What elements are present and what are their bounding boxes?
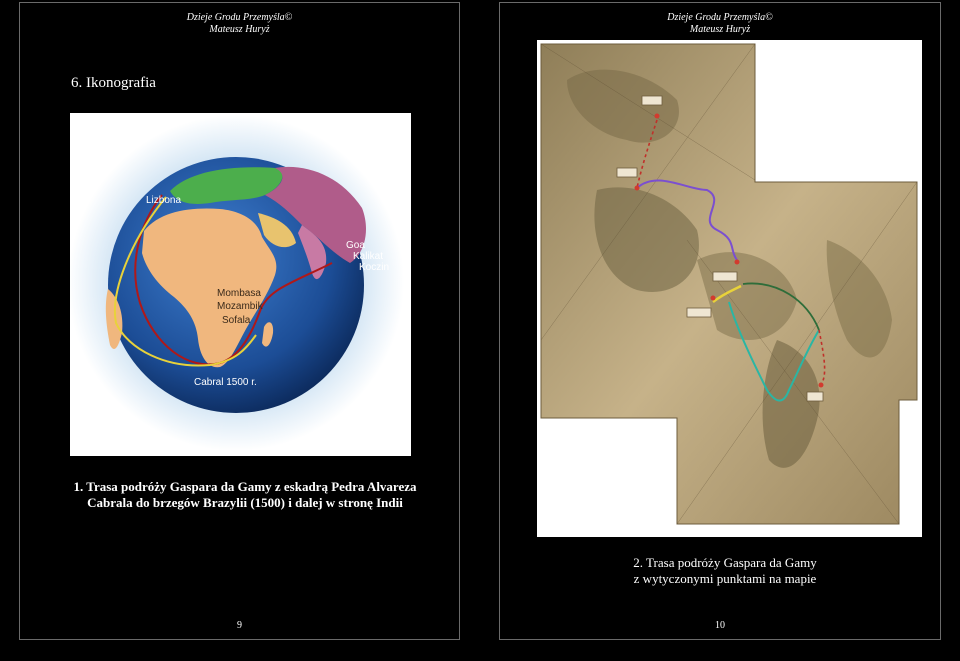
- map-route-figure: [537, 40, 922, 537]
- label-goa: Goa: [346, 240, 365, 251]
- caption-line: z wytyczonymi punktami na mapie: [633, 571, 817, 586]
- caption-line: Cabrala do brzegów Brazylii (1500) i dal…: [87, 495, 403, 510]
- page-header: Dzieje Grodu Przemyśla© Mateusz Huryż: [500, 12, 940, 36]
- label-mombasa: Mombasa: [217, 288, 261, 299]
- page-number: 9: [237, 620, 242, 631]
- label-calicut: Kalikat: [353, 251, 383, 262]
- figure-caption: 2. Trasa podróży Gaspara da Gamy z wytyc…: [590, 555, 860, 587]
- header-author: Mateusz Huryż: [209, 24, 270, 35]
- caption-line: 1. Trasa podróży Gaspara da Gamy z eskad…: [73, 479, 417, 494]
- left-page: Dzieje Grodu Przemyśla© Mateusz Huryż 6.…: [19, 2, 460, 640]
- label-cochin: Koczin: [359, 262, 389, 273]
- globe-illustration: Lizbona Goa Kalikat Koczin Mombasa Mozam…: [70, 113, 411, 456]
- header-author: Mateusz Huryż: [689, 24, 751, 35]
- globe-route-figure: Lizbona Goa Kalikat Koczin Mombasa Mozam…: [70, 113, 411, 456]
- label-cabral: Cabral 1500 r.: [194, 377, 257, 388]
- old-map-illustration: [537, 40, 922, 537]
- label-mozambique: Mozambik: [217, 301, 264, 312]
- header-title: Dzieje Grodu Przemyśla©: [667, 12, 773, 23]
- figure-caption: 1. Trasa podróży Gaspara da Gamy z eskad…: [60, 479, 430, 511]
- page-header: Dzieje Grodu Przemyśla© Mateusz Huryż: [20, 12, 459, 36]
- right-page: Dzieje Grodu Przemyśla© Mateusz Huryż 2.…: [499, 2, 941, 640]
- page-number: 10: [715, 620, 725, 631]
- label-sofala: Sofala: [222, 315, 251, 326]
- section-title: 6. Ikonografia: [71, 75, 156, 91]
- caption-line: 2. Trasa podróży Gaspara da Gamy: [633, 555, 817, 570]
- label-lisbon: Lizbona: [146, 195, 181, 206]
- header-title: Dzieje Grodu Przemyśla©: [186, 12, 293, 23]
